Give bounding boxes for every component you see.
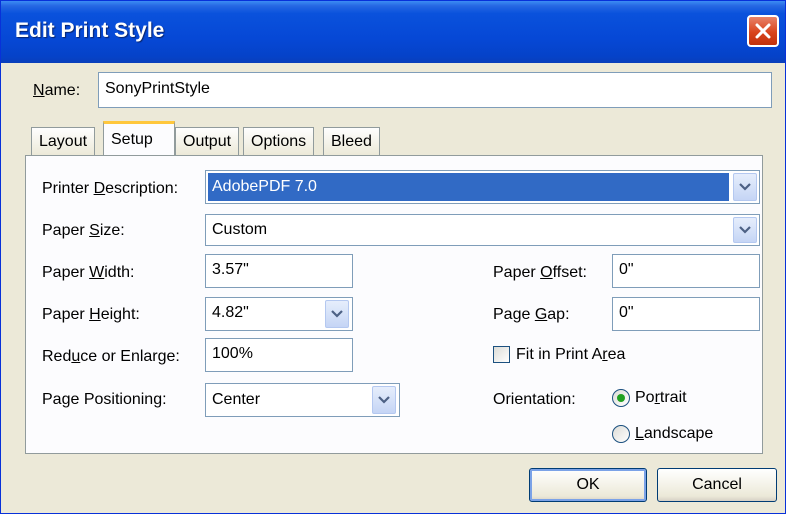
- page-gap-label: Page Gap:: [493, 306, 570, 323]
- portrait-radio[interactable]: [612, 389, 630, 407]
- portrait-label[interactable]: Portrait: [635, 389, 687, 407]
- edit-print-style-dialog: Edit Print Style Name: SonyPrintStyle La…: [0, 0, 786, 514]
- name-label: Name:: [33, 82, 81, 99]
- cancel-button[interactable]: Cancel: [657, 468, 777, 502]
- paper-size-dropdown-button[interactable]: [733, 217, 757, 243]
- landscape-label[interactable]: Landscape: [635, 425, 713, 443]
- paper-width-input[interactable]: 3.57": [205, 254, 353, 288]
- window-title: Edit Print Style: [15, 19, 165, 42]
- close-button[interactable]: [747, 15, 779, 47]
- chevron-down-icon: [739, 183, 751, 191]
- paper-offset-input[interactable]: 0": [612, 254, 760, 288]
- tab-setup[interactable]: Setup: [103, 121, 175, 155]
- orientation-label: Orientation:: [493, 391, 576, 408]
- name-input[interactable]: SonyPrintStyle: [98, 72, 772, 108]
- tab-options[interactable]: Options: [243, 127, 315, 155]
- printer-description-label: Printer Description:: [42, 180, 179, 197]
- landscape-radio[interactable]: [612, 425, 630, 443]
- chevron-down-icon: [739, 226, 751, 234]
- paper-height-dropdown-button[interactable]: [325, 300, 349, 328]
- paper-width-label: Paper Width:: [42, 264, 135, 281]
- radio-selected-dot: [617, 394, 625, 402]
- paper-size-label: Paper Size:: [42, 222, 125, 239]
- chevron-down-icon: [378, 396, 390, 404]
- page-positioning-dropdown-button[interactable]: [372, 386, 396, 414]
- paper-offset-label: Paper Offset:: [493, 264, 587, 281]
- chevron-down-icon: [331, 310, 343, 318]
- tab-bleed[interactable]: Bleed: [323, 127, 380, 155]
- fit-in-print-area-label[interactable]: Fit in Print Area: [516, 346, 625, 364]
- ok-button[interactable]: OK: [529, 468, 647, 502]
- paper-height-label: Paper Height:: [42, 306, 140, 323]
- reduce-enlarge-input[interactable]: 100%: [205, 338, 353, 372]
- printer-description-dropdown-button[interactable]: [733, 173, 757, 201]
- close-icon: [755, 23, 771, 39]
- tab-layout[interactable]: Layout: [31, 127, 96, 155]
- title-bar[interactable]: Edit Print Style: [1, 1, 785, 63]
- page-positioning-label: Page Positioning:: [42, 391, 167, 408]
- fit-in-print-area-checkbox[interactable]: [493, 346, 510, 363]
- setup-tab-panel: Printer Description: AdobePDF 7.0 Paper …: [25, 155, 763, 454]
- printer-description-value: AdobePDF 7.0: [208, 173, 729, 201]
- printer-description-select[interactable]: AdobePDF 7.0: [205, 170, 760, 204]
- tab-output[interactable]: Output: [175, 127, 240, 155]
- page-gap-input[interactable]: 0": [612, 297, 760, 331]
- paper-size-select[interactable]: Custom: [205, 214, 760, 246]
- reduce-enlarge-label: Reduce or Enlarge:: [42, 348, 180, 365]
- page-positioning-select[interactable]: Center: [205, 383, 400, 417]
